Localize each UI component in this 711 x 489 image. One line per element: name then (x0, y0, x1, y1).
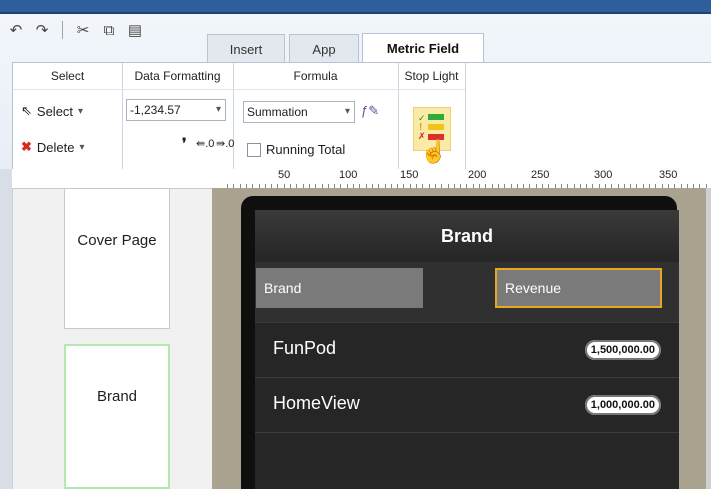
delete-x-icon: ✖ (21, 139, 32, 154)
header-cell-label: Brand (264, 280, 302, 296)
delete-label: Delete (36, 139, 75, 155)
chevron-down-icon: ▾ (344, 106, 350, 117)
decrease-decimal-icon[interactable]: ⇛.0 (216, 137, 234, 150)
green-light-icon (428, 114, 444, 120)
formula-function-value: Summation (247, 105, 308, 119)
delete-button[interactable]: ✖ Delete ▾ (21, 139, 85, 155)
tab-app[interactable]: App (289, 34, 359, 62)
row-value-badge: 1,500,000.00 (584, 340, 661, 360)
formula-title: Formula (233, 63, 398, 90)
paste-icon[interactable]: ▤ (127, 21, 143, 39)
row-value-badge: 1,000,000.00 (584, 395, 661, 415)
number-format-value: -1,234.57 (130, 103, 181, 117)
select-button[interactable]: ⇖ Select ▾ (21, 103, 83, 119)
undo-icon[interactable]: ↶ (8, 21, 24, 39)
page-thumbnail-label: Brand (96, 388, 138, 405)
ruler-label: 350 (659, 169, 678, 181)
edit-formula-icon[interactable]: ƒ✎ (361, 103, 379, 119)
redo-icon[interactable]: ↷ (34, 21, 50, 39)
stop-light-group: Stop Light ✓ ! ✗ ☝ (398, 63, 466, 169)
formula-function-select[interactable]: Summation ▾ (243, 101, 355, 123)
running-total-checkbox[interactable]: Running Total (247, 142, 345, 157)
copy-icon[interactable]: ⧉ (101, 22, 117, 39)
header-cell-brand[interactable]: Brand (256, 268, 423, 308)
page-thumbnail-label: Cover Page (77, 232, 157, 249)
ruler-label: 50 (278, 169, 291, 181)
table-row[interactable]: HomeView 1,000,000.00 (255, 377, 679, 432)
row-label: FunPod (273, 338, 337, 358)
ruler-label: 100 (339, 169, 358, 181)
yellow-light-icon (428, 124, 444, 130)
ribbon-panel: Select ⇖ Select ▾ ✖ Delete ▾ Data Format… (12, 62, 711, 169)
ruler-label: 150 (400, 169, 419, 181)
tab-insert-label: Insert (229, 42, 263, 57)
toolbar-separator (62, 21, 63, 39)
empty-row (255, 432, 679, 489)
tab-insert[interactable]: Insert (207, 34, 285, 62)
tab-app-label: App (312, 42, 336, 57)
tab-metric-field[interactable]: Metric Field (362, 33, 484, 63)
table-row[interactable]: FunPod 1,500,000.00 (255, 322, 679, 377)
cursor-icon: ⇖ (21, 103, 32, 118)
horizontal-ruler: 50 100 150 200 250 300 350 (12, 169, 711, 189)
select-group: Select ⇖ Select ▾ ✖ Delete ▾ (13, 63, 123, 169)
header-cell-label: Revenue (505, 280, 562, 296)
chevron-down-icon: ▾ (78, 105, 84, 117)
ruler-label: 300 (594, 169, 613, 181)
running-total-label: Running Total (266, 142, 346, 157)
tab-metric-field-label: Metric Field (386, 41, 460, 56)
row-label: HomeView (273, 393, 360, 413)
quick-access-toolbar: ↶ ↷ ✂ ⧉ ▤ (8, 18, 143, 42)
chevron-down-icon: ▾ (215, 104, 221, 115)
header-cell-revenue[interactable]: Revenue (495, 268, 662, 308)
page-thumbnail-cover[interactable]: Cover Page (64, 183, 170, 329)
select-label: Select (36, 103, 74, 119)
number-format-select[interactable]: -1,234.57 ▾ (126, 99, 226, 121)
formula-group: Formula Summation ▾ ƒ✎ Running Total (233, 63, 399, 169)
checkbox-icon[interactable] (247, 142, 261, 157)
page-list-panel: Cover Page Brand (0, 169, 213, 489)
page-thumbnail-brand[interactable]: Brand (64, 344, 170, 489)
data-formatting-group: Data Formatting -1,234.57 ▾ ❜ ⇚.0 ⇛.0 (122, 63, 234, 169)
select-group-title: Select (13, 63, 122, 90)
data-formatting-title: Data Formatting (122, 63, 233, 90)
hand-cursor-icon: ☝ (420, 139, 448, 164)
preview-title: Brand (255, 210, 679, 262)
comma-style-icon[interactable]: ❜ (182, 135, 187, 152)
window-top-bar (0, 0, 711, 14)
vertical-scrollbar[interactable] (706, 188, 711, 489)
chevron-down-icon: ▾ (79, 141, 85, 153)
left-edge-strip (0, 169, 13, 489)
increase-decimal-icon[interactable]: ⇚.0 (196, 137, 214, 150)
stop-light-title: Stop Light (398, 63, 465, 90)
ruler-label: 250 (531, 169, 550, 181)
ruler-label: 200 (468, 169, 487, 181)
cut-icon[interactable]: ✂ (75, 21, 91, 39)
